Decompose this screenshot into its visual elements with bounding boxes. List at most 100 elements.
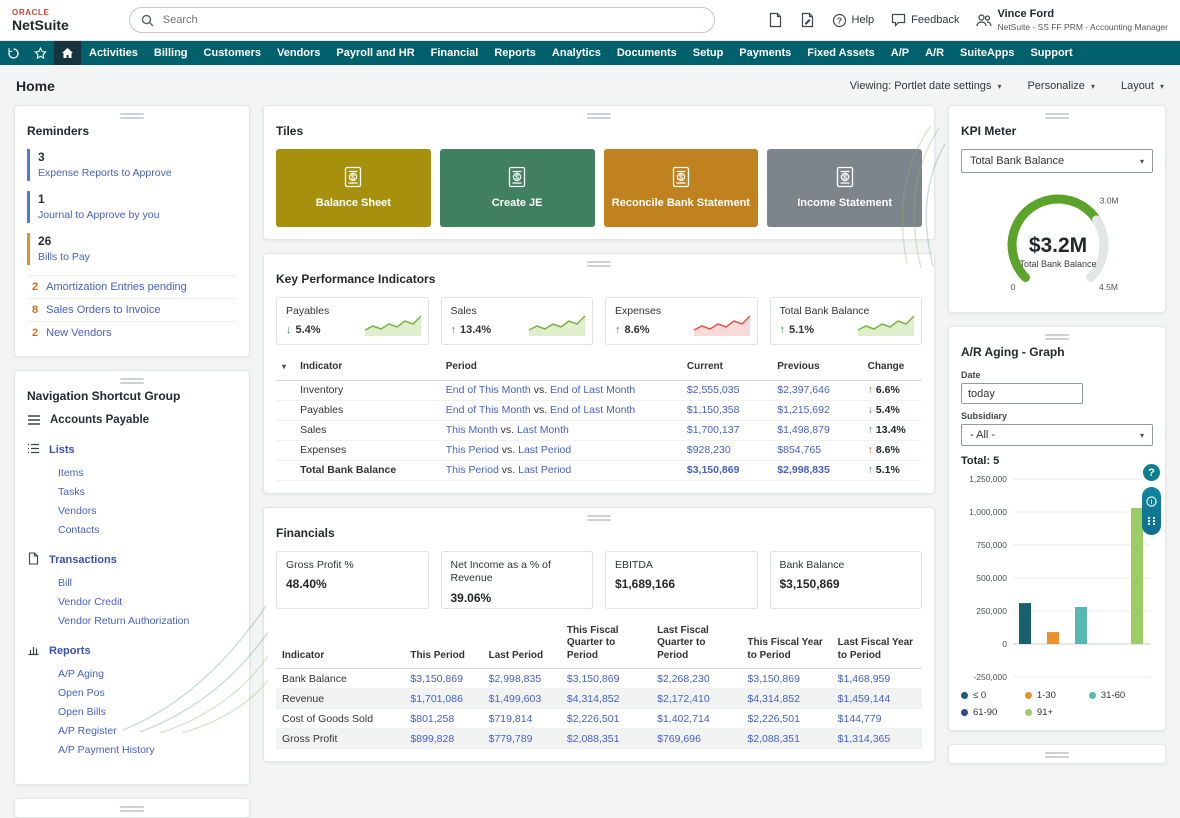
kpi-box-total-bank-balance[interactable]: Total Bank Balance↑5.1% [770,297,923,345]
shortcut-group-header[interactable]: Reports [27,643,237,659]
personalize-control[interactable]: Personalize ▾ [1027,80,1095,92]
nav-item-vendors[interactable]: Vendors [269,41,328,65]
column-header-indicator[interactable]: Indicator [294,358,440,380]
nav-item-customers[interactable]: Customers [196,41,269,65]
kpi-box-payables[interactable]: Payables↓5.4% [276,297,429,345]
amount-link[interactable]: $1,459,144 [838,693,891,705]
period-link[interactable]: End of This Month [446,384,531,396]
column-header-last-fiscal-quarter-to-period[interactable]: Last Fiscal Quarter to Period [651,622,741,669]
shortcut-link-contacts[interactable]: Contacts [27,520,237,539]
amount-link[interactable]: $2,998,835 [777,464,830,476]
nav-item-fixed-assets[interactable]: Fixed Assets [799,41,882,65]
reminder-link[interactable]: Sales Orders to Invoice [46,304,160,316]
portlet-drag-handle[interactable] [587,515,611,521]
reminder-link[interactable]: Bills to Pay [38,251,90,263]
shortcut-link-open-pos[interactable]: Open Pos [27,683,237,702]
amount-link[interactable]: $1,468,959 [838,673,891,685]
nav-item-setup[interactable]: Setup [685,41,732,65]
user-menu[interactable]: Vince Ford NetSuite - SS FF PRM - Accoun… [976,8,1168,32]
portlet-drag-handle[interactable] [587,261,611,267]
shortcut-link-bill[interactable]: Bill [27,573,237,592]
nav-item-analytics[interactable]: Analytics [544,41,609,65]
period-link[interactable]: End of Last Month [550,404,635,416]
nav-item-documents[interactable]: Documents [609,41,685,65]
amount-link[interactable]: $1,700,137 [687,424,740,436]
tile-reconcile-bank-statement[interactable]: $Reconcile Bank Statement [604,149,759,227]
shortcut-link-vendor-return-authorization[interactable]: Vendor Return Authorization [27,611,237,630]
layout-control[interactable]: Layout ▾ [1121,80,1164,92]
amount-link[interactable]: $4,314,852 [567,693,620,705]
amount-link[interactable]: $769,696 [657,733,701,745]
kpi-meter-select[interactable]: Total Bank Balance ▾ [961,149,1153,173]
search-input[interactable] [161,13,703,27]
period-link[interactable]: This Month [446,424,498,436]
amount-link[interactable]: $2,998,835 [489,673,542,685]
shortcut-link-items[interactable]: Items [27,463,237,482]
nav-item-support[interactable]: Support [1022,41,1080,65]
reminder-item[interactable]: 1Journal to Approve by you [27,191,237,223]
financials-row-gross-profit[interactable]: Gross Profit$899,828$779,789$2,088,351$7… [276,729,922,749]
amount-link[interactable]: $1,498,879 [777,424,830,436]
feedback-button[interactable]: Feedback [891,13,959,27]
shortcuts-button[interactable] [27,41,54,65]
reminder-item[interactable]: 3Expense Reports to Approve [27,149,237,181]
period-link[interactable]: End of Last Month [550,384,635,396]
amount-link[interactable]: $144,779 [838,713,882,725]
viewing-control[interactable]: Viewing: Portlet date settings ▾ [850,80,1002,92]
nav-item-financial[interactable]: Financial [423,41,487,65]
nav-item-a-r[interactable]: A/R [917,41,952,65]
recent-history-button[interactable] [0,41,27,65]
amount-link[interactable]: $779,789 [489,733,533,745]
shortcut-link-vendors[interactable]: Vendors [27,501,237,520]
reminder-link[interactable]: New Vendors [46,327,111,339]
nav-item-billing[interactable]: Billing [146,41,196,65]
help-button[interactable]: ? Help [832,13,875,28]
period-link[interactable]: Last Month [517,424,569,436]
financials-row-revenue[interactable]: Revenue$1,701,086$1,499,603$4,314,852$2,… [276,689,922,709]
floating-help-button[interactable]: ? [1143,464,1160,481]
kpi-row-sales[interactable]: SalesThis Month vs. Last Month$1,700,137… [276,420,922,440]
kpi-row-inventory[interactable]: InventoryEnd of This Month vs. End of La… [276,380,922,400]
nav-item-a-p[interactable]: A/P [883,41,917,65]
amount-link[interactable]: $2,088,351 [747,733,800,745]
date-input[interactable] [961,383,1083,404]
tile-balance-sheet[interactable]: $Balance Sheet [276,149,431,227]
column-header-last-period[interactable]: Last Period [483,622,561,669]
shortcut-link-open-bills[interactable]: Open Bills [27,702,237,721]
amount-link[interactable]: $2,226,501 [567,713,620,725]
reminder-link[interactable]: Journal to Approve by you [38,209,159,221]
shortcut-group-header[interactable]: Transactions [27,552,237,568]
amount-link[interactable]: $2,226,501 [747,713,800,725]
amount-link[interactable]: $2,268,230 [657,673,710,685]
filter-caret-icon[interactable]: ▾ [282,362,286,371]
nav-item-reports[interactable]: Reports [486,41,544,65]
financial-box-bank-balance[interactable]: Bank Balance$3,150,869 [770,551,923,609]
amount-link[interactable]: $899,828 [410,733,454,745]
amount-link[interactable]: $854,765 [777,444,821,456]
column-header-change[interactable]: Change [862,358,922,380]
reminder-item[interactable]: 26Bills to Pay [27,233,237,265]
shortcut-group-header[interactable]: Lists [27,442,237,458]
netsuite-logo[interactable]: ORACLE NetSuite [12,9,69,32]
amount-link[interactable]: $1,499,603 [489,693,542,705]
period-link[interactable]: Last Period [518,444,571,456]
create-new-button[interactable] [800,12,815,28]
recent-records-button[interactable] [768,12,783,28]
portlet-drag-handle[interactable] [1045,334,1069,340]
tile-create-je[interactable]: $Create JE [440,149,595,227]
kpi-box-sales[interactable]: Sales↑13.4% [441,297,594,345]
shortcut-link-a-p-payment-history[interactable]: A/P Payment History [27,740,237,759]
financials-row-cost-of-goods-sold[interactable]: Cost of Goods Sold$801,258$719,814$2,226… [276,709,922,729]
amount-link[interactable]: $2,172,410 [657,693,710,705]
financial-box-ebitda[interactable]: EBITDA$1,689,166 [605,551,758,609]
shortcut-link-a-p-aging[interactable]: A/P Aging [27,664,237,683]
period-link[interactable]: End of This Month [446,404,531,416]
period-link[interactable]: This Period [446,444,499,456]
nav-item-suiteapps[interactable]: SuiteApps [952,41,1022,65]
reminder-link[interactable]: Amortization Entries pending [46,281,187,293]
kpi-row-expenses[interactable]: ExpensesThis Period vs. Last Period$928,… [276,440,922,460]
reminder-list-item[interactable]: 8Sales Orders to Invoice [27,298,237,321]
portlet-drag-handle[interactable] [1045,752,1069,758]
amount-link[interactable]: $2,555,035 [687,384,740,396]
shortcut-link-vendor-credit[interactable]: Vendor Credit [27,592,237,611]
